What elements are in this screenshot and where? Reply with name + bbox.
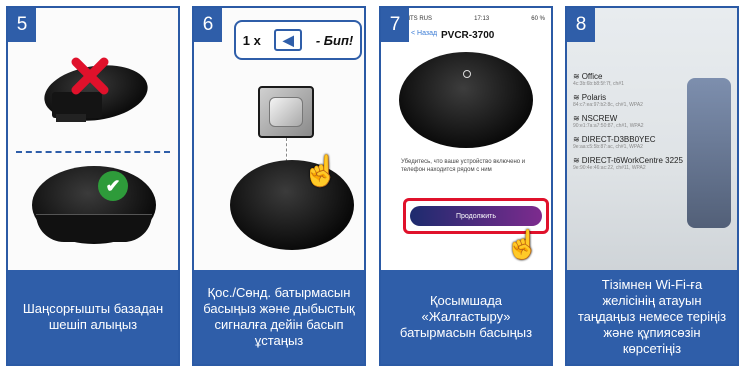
phone-status-bar: MTS RUS 17:13 60 % bbox=[405, 16, 545, 22]
step-number: 7 bbox=[381, 8, 409, 42]
speaker-icon: ◀︎ bbox=[274, 29, 303, 51]
step-number: 5 bbox=[8, 8, 36, 42]
step-panel-6: 6 1 x ◀︎ - Бип! ☝ Қос./Сөнд. батырмасын … bbox=[192, 6, 366, 366]
checkmark-icon: ✔ bbox=[98, 171, 128, 201]
divider bbox=[16, 151, 170, 153]
wifi-icon: ≋ bbox=[573, 114, 580, 123]
beep-indicator: 1 x ◀︎ - Бип! bbox=[234, 20, 362, 60]
pointing-hand-icon: ☝ bbox=[302, 155, 340, 188]
wifi-network-item[interactable]: ≋ Polaris 84:c7:ea:97:b2:8c, ch#1, WPA2 bbox=[573, 93, 713, 108]
app-screen: MTS RUS 17:13 60 % < Назад PVCR-3700 Убе… bbox=[381, 8, 551, 270]
robot-vacuum bbox=[32, 166, 156, 244]
wifi-icon: ≋ bbox=[573, 93, 580, 102]
wifi-list: ≋ Office 4c:3b:6b:b8:5f:7f, ch#1 ≋ Polaris… bbox=[573, 72, 713, 177]
wifi-network-item[interactable]: ≋ DIRECT-D3BB0YEC 9e:aa:c5:5b:87:ac, ch#1… bbox=[573, 135, 713, 150]
step-caption: Шаңсорғышты базадан шешіп алыңыз bbox=[8, 270, 178, 364]
step-number: 6 bbox=[194, 8, 222, 42]
robot-vacuum bbox=[399, 52, 533, 148]
wifi-network-item[interactable]: ≋ DIRECT-t6WorkCentre 3225 9e:90:4e:46:ac… bbox=[573, 156, 713, 171]
power-button-closeup bbox=[258, 86, 314, 138]
instruction-text: Убедитесь, что ваше устройство включено … bbox=[401, 159, 526, 173]
step-illustration: ✔ bbox=[8, 8, 178, 270]
step-number: 8 bbox=[567, 8, 595, 42]
beep-label: - Бип! bbox=[315, 32, 354, 48]
back-link[interactable]: < Назад bbox=[411, 30, 437, 37]
step-caption: Қосымшада «Жалғастыру» батырмасын басыңы… bbox=[381, 270, 551, 364]
step-illustration: 1 x ◀︎ - Бип! ☝ bbox=[194, 8, 364, 270]
continue-button[interactable]: Продолжить bbox=[410, 206, 542, 226]
cross-icon bbox=[71, 57, 109, 95]
device-model: PVCR-3700 bbox=[441, 30, 495, 41]
step-caption: Қос./Сөнд. батырмасын басыңыз және дыбыс… bbox=[194, 270, 364, 364]
wifi-icon: ≋ bbox=[573, 156, 580, 165]
wifi-network-item[interactable]: ≋ NSCREW 90:e1:7a:a7:50:87, ch#1, WPA2 bbox=[573, 114, 713, 129]
wifi-icon: ≋ bbox=[573, 135, 580, 144]
pointing-hand-icon: ☝ bbox=[505, 229, 540, 260]
dock-base bbox=[56, 114, 86, 122]
step-panel-5: 5 ✔ Шаңсорғышты базадан шешіп алыңыз bbox=[6, 6, 180, 366]
step-panel-8: 8 ≋ Office 4c:3b:6b:b8:5f:7f, ch#1 ≋ Polar… bbox=[565, 6, 739, 366]
wifi-screen: ≋ Office 4c:3b:6b:b8:5f:7f, ch#1 ≋ Polaris… bbox=[567, 8, 737, 270]
wifi-logo-icon bbox=[463, 70, 471, 78]
wifi-icon: ≋ bbox=[573, 72, 580, 81]
beep-count: 1 x bbox=[242, 32, 261, 48]
step-caption: Тізімнен Wi-Fi-ға желісінің атауын таңда… bbox=[567, 270, 737, 364]
step-panel-7: 7 MTS RUS 17:13 60 % < Назад PVCR-3700 У… bbox=[379, 6, 553, 366]
wifi-network-item[interactable]: ≋ Office 4c:3b:6b:b8:5f:7f, ch#1 bbox=[573, 72, 713, 87]
